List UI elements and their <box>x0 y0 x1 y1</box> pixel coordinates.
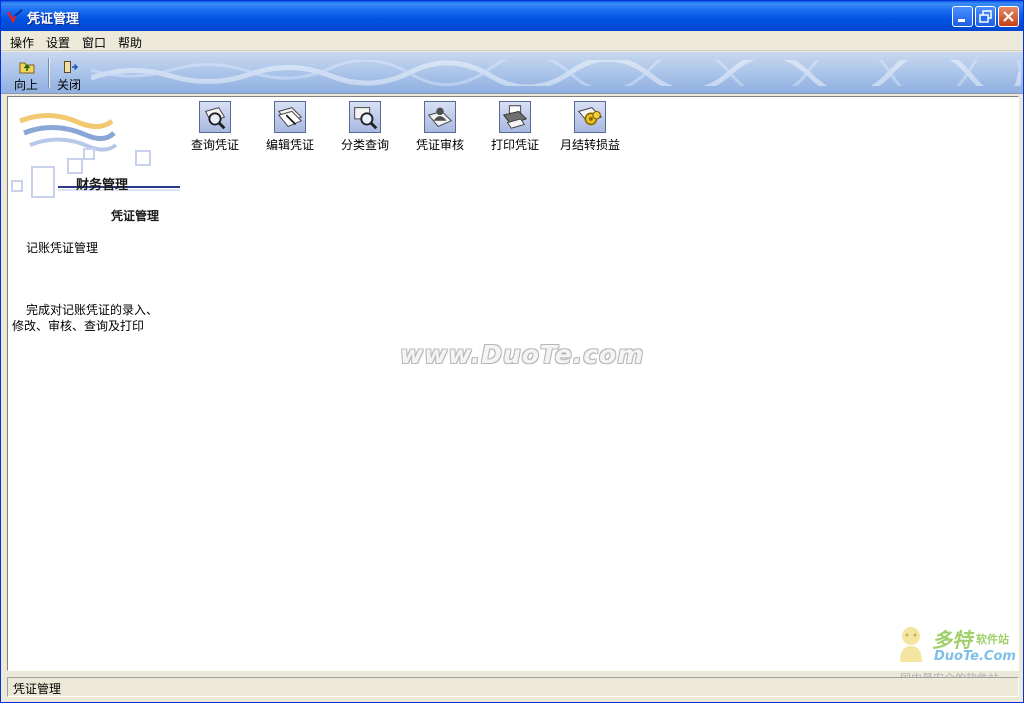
app-icon <box>7 9 23 23</box>
close-icon <box>999 7 1018 26</box>
function-label: 月结转损益 <box>559 138 620 152</box>
menu-bar: 操作 设置 窗口 帮助 <box>1 31 1023 51</box>
menu-window[interactable]: 窗口 <box>82 34 106 51</box>
function-label: 凭证审核 <box>415 138 464 152</box>
minimize-button[interactable] <box>952 6 973 27</box>
category-search-icon <box>349 101 381 133</box>
finance-logo: 财务管理 凭证管理 <box>10 107 190 223</box>
function-label: 打印凭证 <box>490 138 539 152</box>
title-bar[interactable]: 凭证管理 <box>1 1 1023 31</box>
restore-button[interactable] <box>975 6 996 27</box>
month-end-icon <box>574 101 606 133</box>
up-label: 向上 <box>13 78 38 92</box>
function-audit-voucher[interactable]: 凭证审核 <box>405 100 475 152</box>
function-category-search[interactable]: 分类查询 <box>330 100 400 152</box>
exit-door-icon <box>64 61 78 73</box>
logo-subtitle: 凭证管理 <box>111 209 160 223</box>
close-label: 关闭 <box>56 78 81 92</box>
window-title: 凭证管理 <box>27 12 80 27</box>
description-line-1: 完成对记账凭证的录入、 <box>26 303 159 317</box>
corner-logo-tag: 软件站 <box>976 633 1009 646</box>
search-voucher-icon <box>199 101 231 133</box>
corner-logo-site: DuoTe.Com <box>934 649 1016 664</box>
up-button[interactable]: 向上 <box>9 57 43 92</box>
menu-settings[interactable]: 设置 <box>46 34 70 51</box>
duote-corner-logo: 多特 软件站 DuoTe.Com 国内最安全的软件站 <box>888 624 1018 685</box>
voucher-management-window: 凭证管理 操作 设置 窗口 帮助 向上 关闭 财务管理 凭证管理 记账凭证管理 … <box>0 0 1024 703</box>
edit-voucher-icon <box>274 101 306 133</box>
function-edit-voucher[interactable]: 编辑凭证 <box>255 100 325 152</box>
status-bar: 凭证管理 <box>7 677 1019 697</box>
audit-voucher-icon <box>424 101 456 133</box>
function-label: 编辑凭证 <box>265 138 314 152</box>
status-text: 凭证管理 <box>13 682 62 696</box>
print-voucher-icon <box>499 101 531 133</box>
close-button[interactable]: 关闭 <box>52 57 86 92</box>
toolbar-separator <box>48 58 50 88</box>
mascot-icon <box>900 627 922 662</box>
site-watermark: www.DuoTe.com <box>400 340 645 369</box>
section-description: 完成对记账凭证的录入、 修改、审核、查询及打印 <box>12 302 182 334</box>
description-line-2: 修改、审核、查询及打印 <box>12 319 145 333</box>
logo-title: 财务管理 <box>76 178 129 193</box>
function-label: 分类查询 <box>340 138 389 152</box>
finance-logo-graphic <box>11 113 180 198</box>
function-label: 查询凭证 <box>190 138 239 152</box>
minimize-icon <box>953 7 972 26</box>
function-month-end-transfer[interactable]: 月结转损益 <box>555 100 625 152</box>
section-title: 记账凭证管理 <box>26 241 99 255</box>
toolbar-decoration <box>91 60 1021 86</box>
function-print-voucher[interactable]: 打印凭证 <box>480 100 550 152</box>
menu-operate[interactable]: 操作 <box>10 34 34 51</box>
main-content: 财务管理 凭证管理 记账凭证管理 完成对记账凭证的录入、 修改、审核、查询及打印… <box>7 96 1019 685</box>
folder-up-icon <box>19 62 35 74</box>
close-window-button[interactable] <box>998 6 1019 27</box>
function-search-voucher[interactable]: 查询凭证 <box>180 100 250 152</box>
restore-icon <box>976 7 995 26</box>
menu-help[interactable]: 帮助 <box>118 34 142 51</box>
toolbar: 向上 关闭 <box>1 52 1023 94</box>
